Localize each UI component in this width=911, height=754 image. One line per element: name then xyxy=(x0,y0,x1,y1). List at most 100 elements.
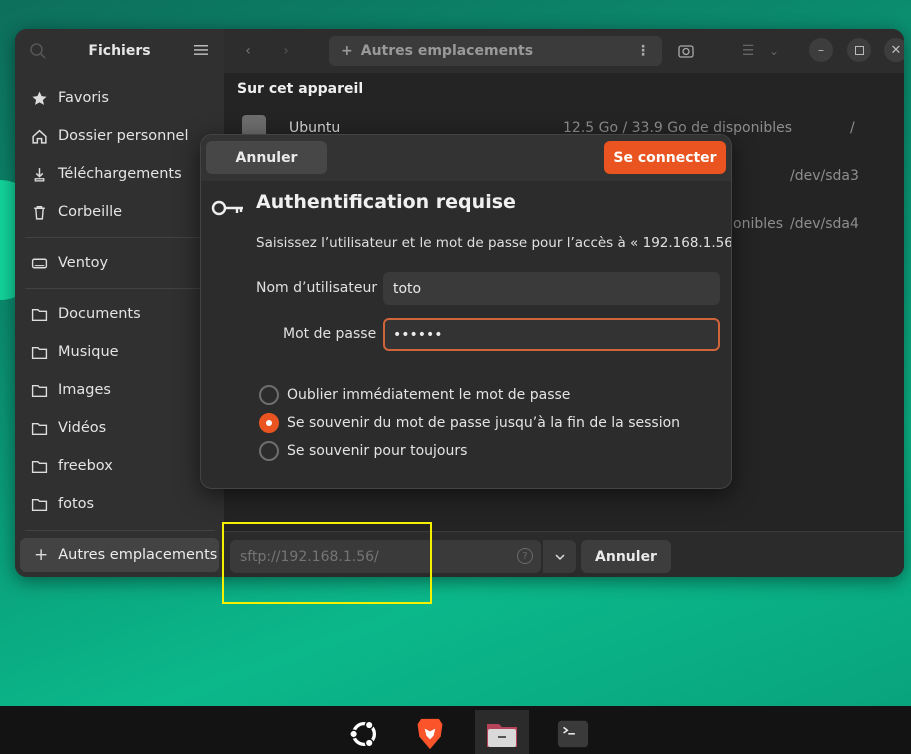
star-icon xyxy=(32,91,47,105)
ubuntu-logo-icon xyxy=(349,720,377,748)
minimize-button[interactable]: – xyxy=(809,38,833,62)
auth-dialog: Annuler Se connecter Authentification re… xyxy=(200,134,732,489)
sidebar: Fichiers Favoris Dossier personnel Téléc… xyxy=(15,29,224,577)
sidebar-item-downloads[interactable]: Téléchargements xyxy=(31,157,211,191)
dialog-message: Saisissez l’utilisateur et le mot de pas… xyxy=(256,235,732,251)
sidebar-item-label: Ventoy xyxy=(58,255,109,271)
taskbar-files[interactable] xyxy=(475,710,529,754)
folder-icon xyxy=(31,422,48,435)
sidebar-divider xyxy=(25,237,215,238)
radio-button[interactable] xyxy=(259,441,279,461)
taskbar-ubuntu[interactable] xyxy=(338,710,390,754)
maximize-button[interactable] xyxy=(847,38,871,62)
sidebar-divider xyxy=(25,530,215,531)
dialog-title: Authentification requise xyxy=(256,191,516,213)
sidebar-item-home[interactable]: Dossier personnel xyxy=(31,119,211,153)
view-options-button[interactable]: ⌄ xyxy=(760,37,788,65)
folder-icon xyxy=(31,346,48,359)
sidebar-item-videos[interactable]: Vidéos xyxy=(31,411,211,445)
cancel-connect-button[interactable]: Annuler xyxy=(581,540,671,573)
sidebar-item-freebox[interactable]: freebox xyxy=(31,449,211,483)
location-mount: / xyxy=(850,120,855,136)
terminal-icon xyxy=(557,720,589,748)
search-toggle-button[interactable] xyxy=(672,37,700,65)
connect-server-bar: ? Annuler xyxy=(224,531,904,577)
taskbar xyxy=(0,706,911,754)
sidebar-item-ventoy[interactable]: Ventoy xyxy=(31,246,211,280)
back-button[interactable]: ‹ xyxy=(234,37,262,65)
server-address-input[interactable] xyxy=(230,540,510,573)
path-label: Autres emplacements xyxy=(360,43,534,59)
location-space: onibles xyxy=(733,216,784,232)
sidebar-item-label: Corbeille xyxy=(58,204,123,220)
camera-search-icon xyxy=(678,45,694,58)
server-address-field[interactable]: ? xyxy=(230,540,541,573)
sidebar-item-images[interactable]: Images xyxy=(31,373,211,407)
folder-icon xyxy=(31,308,48,321)
option-remember-session[interactable]: Se souvenir du mot de passe jusqu’à la f… xyxy=(259,413,680,433)
sidebar-item-label: Favoris xyxy=(58,90,109,106)
password-label: Mot de passe xyxy=(283,326,377,342)
brave-browser-icon xyxy=(417,718,443,750)
plus-icon: + xyxy=(34,545,49,565)
home-icon xyxy=(32,129,47,144)
download-icon xyxy=(34,167,45,182)
chevron-down-icon: ⌄ xyxy=(768,44,780,58)
sidebar-item-label: Dossier personnel xyxy=(58,128,189,144)
path-bar[interactable]: + Autres emplacements ⋮ xyxy=(329,36,662,66)
username-field[interactable] xyxy=(383,272,720,305)
option-remember-forever[interactable]: Se souvenir pour toujours xyxy=(259,441,467,461)
sidebar-item-label: Documents xyxy=(58,306,141,322)
maximize-icon xyxy=(854,45,864,55)
folder-icon xyxy=(31,384,48,397)
trash-icon xyxy=(34,205,45,220)
sidebar-item-label: Musique xyxy=(58,344,119,360)
help-icon[interactable]: ? xyxy=(517,548,533,564)
folder-icon xyxy=(31,460,48,473)
close-icon: ✕ xyxy=(890,42,902,58)
sidebar-item-label: Images xyxy=(58,382,111,398)
option-label: Oublier immédiatement le mot de passe xyxy=(287,387,571,403)
sidebar-header: Fichiers xyxy=(15,29,224,73)
chevron-right-icon: › xyxy=(283,43,289,59)
username-label: Nom d’utilisateur xyxy=(256,280,378,296)
location-mount: /dev/sda3 xyxy=(790,168,859,184)
radio-button[interactable] xyxy=(259,385,279,405)
recent-servers-dropdown[interactable] xyxy=(542,540,576,573)
close-button[interactable]: ✕ xyxy=(884,38,904,62)
sidebar-item-favoris[interactable]: Favoris xyxy=(31,81,211,115)
sidebar-item-fotos[interactable]: fotos xyxy=(31,487,211,521)
sidebar-item-label: Vidéos xyxy=(58,420,107,436)
dialog-header: Annuler Se connecter xyxy=(201,135,731,181)
sidebar-divider xyxy=(25,288,215,289)
cancel-button[interactable]: Annuler xyxy=(206,141,327,174)
view-list-button[interactable]: ☰ xyxy=(734,37,762,65)
sidebar-item-musique[interactable]: Musique xyxy=(31,335,211,369)
sidebar-item-label: Téléchargements xyxy=(58,166,182,182)
option-forget[interactable]: Oublier immédiatement le mot de passe xyxy=(259,385,570,405)
location-mount: /dev/sda4 xyxy=(790,216,859,232)
key-icon xyxy=(211,200,243,216)
sidebar-item-label: freebox xyxy=(58,458,113,474)
hamburger-menu-icon[interactable] xyxy=(194,43,208,57)
taskbar-terminal[interactable] xyxy=(547,710,599,754)
sidebar-item-other-locations[interactable]: + Autres emplacements xyxy=(20,538,219,572)
sidebar-item-trash[interactable]: Corbeille xyxy=(31,195,211,229)
minimize-icon: – xyxy=(818,43,824,57)
app-title: Fichiers xyxy=(88,43,151,59)
section-title: Sur cet appareil xyxy=(237,81,364,97)
chevron-down-icon xyxy=(554,553,565,560)
more-vertical-icon[interactable]: ⋮ xyxy=(636,43,650,59)
taskbar-brave[interactable] xyxy=(404,710,456,754)
connect-button[interactable]: Se connecter xyxy=(604,141,726,174)
radio-button-selected[interactable] xyxy=(259,413,279,433)
files-app-icon xyxy=(487,724,517,747)
header-bar: ‹ › + Autres emplacements ⋮ ☰ ⌄ – ✕ xyxy=(224,29,904,73)
folder-icon xyxy=(31,498,48,511)
sidebar-item-label: Autres emplacements xyxy=(58,547,218,563)
sidebar-item-documents[interactable]: Documents xyxy=(31,297,211,331)
forward-button[interactable]: › xyxy=(272,37,300,65)
plus-icon: + xyxy=(341,43,353,59)
chevron-left-icon: ‹ xyxy=(245,43,251,59)
password-field[interactable] xyxy=(383,318,720,351)
